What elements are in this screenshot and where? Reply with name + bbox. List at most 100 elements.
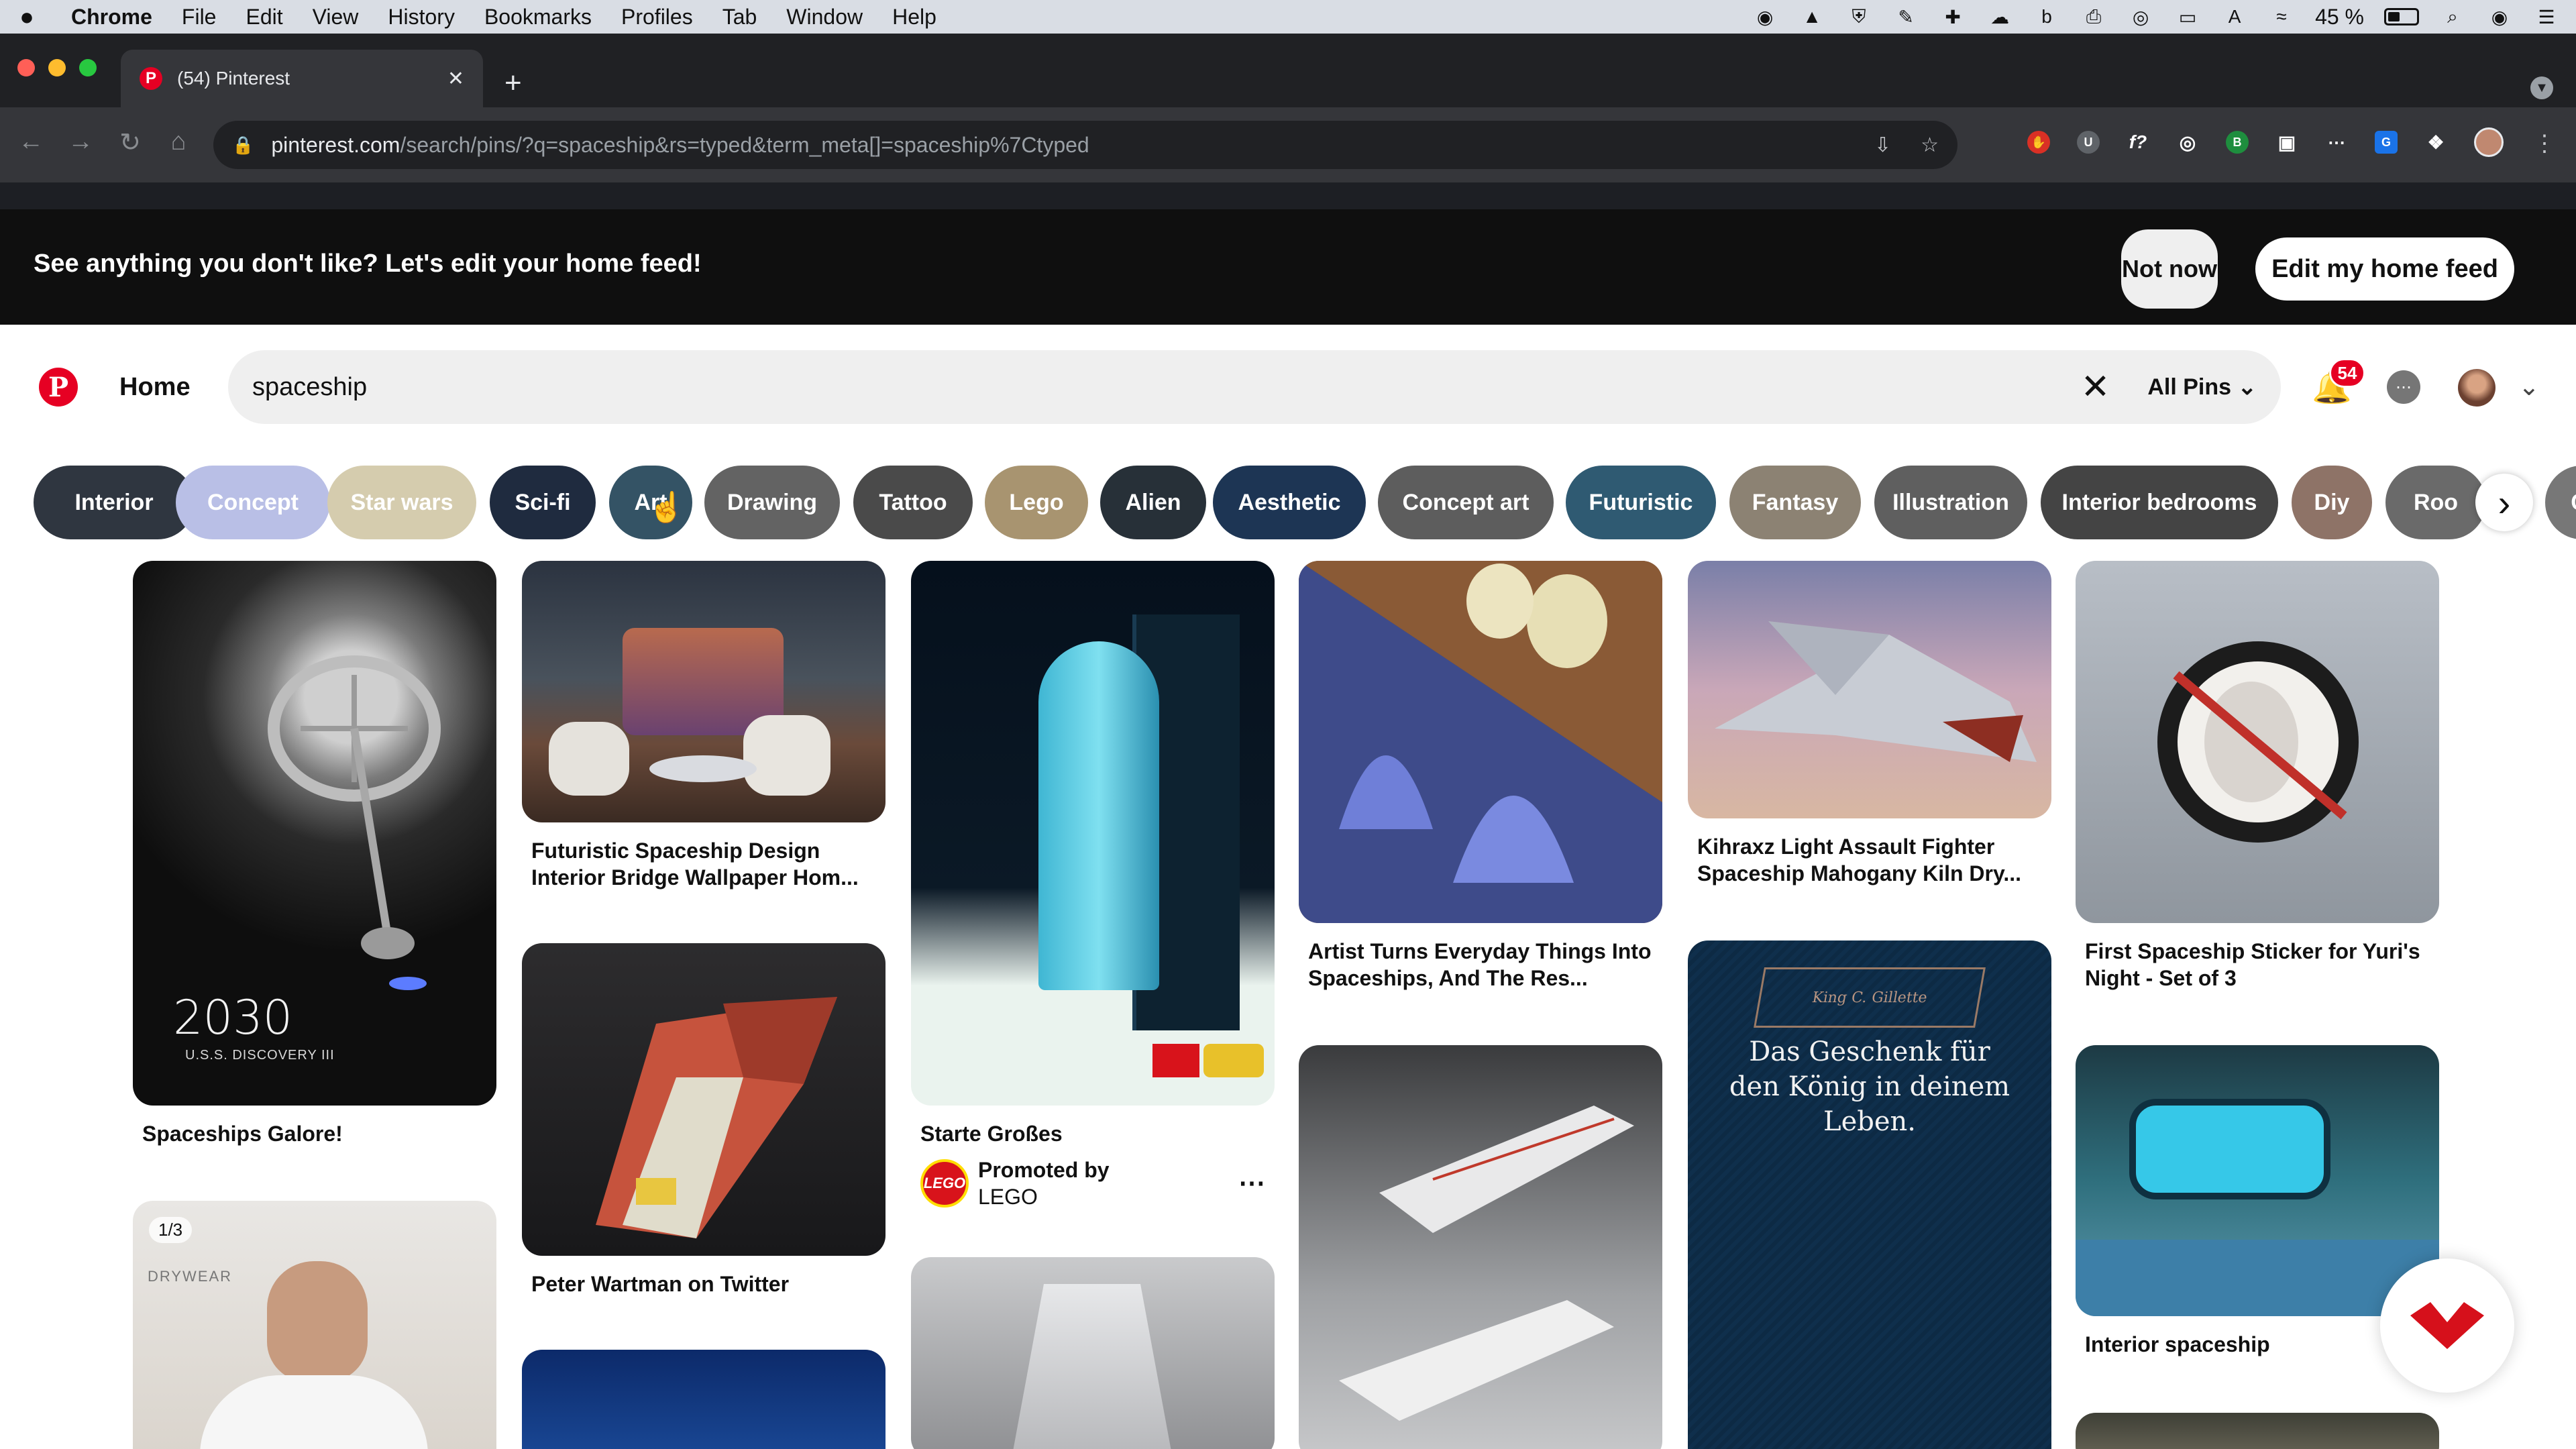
pin-title[interactable]: Starte Großes — [920, 1120, 1265, 1147]
forward-button[interactable]: → — [64, 127, 97, 156]
lock-icon[interactable]: 🔒 — [232, 135, 254, 156]
creative-cloud-icon[interactable]: ☁ — [1986, 5, 2013, 28]
tab-search-icon[interactable]: ▼ — [2530, 76, 2553, 99]
extensions-puzzle-icon[interactable]: ❖ — [2424, 131, 2447, 154]
not-now-button[interactable]: Not now — [2121, 229, 2218, 309]
clipboard-icon[interactable]: ✎ — [1892, 5, 1919, 28]
menu-tab[interactable]: Tab — [722, 5, 757, 30]
pin-card[interactable]: 2030 U.S.S. DISCOVERY III Spaceships Gal… — [133, 561, 496, 1147]
more-options-icon[interactable]: ⋯ — [1238, 1168, 1265, 1199]
pinterest-logo-icon[interactable]: P — [39, 368, 78, 407]
chip-ca[interactable]: Ca — [2545, 466, 2576, 539]
pin-card[interactable] — [2076, 1413, 2439, 1449]
pin-title[interactable]: Artist Turns Everyday Things Into Spaces… — [1308, 938, 1653, 991]
pin-card[interactable]: Artist Turns Everyday Things Into Spaces… — [1299, 561, 1662, 991]
search-bar[interactable]: spaceship ✕ All Pins ⌄ — [228, 350, 2281, 424]
menu-help[interactable]: Help — [892, 5, 936, 30]
menu-app-name[interactable]: Chrome — [71, 5, 152, 30]
extension-grey-icon[interactable]: U — [2077, 131, 2100, 154]
menu-profiles[interactable]: Profiles — [621, 5, 693, 30]
spotlight-search-icon[interactable]: ⌕ — [2439, 5, 2466, 28]
menu-edit[interactable]: Edit — [246, 5, 282, 30]
apple-menu-icon[interactable]: ● — [16, 3, 38, 31]
pin-card[interactable]: Starte Großes LEGO Promoted by LEGO ⋯ — [911, 561, 1275, 1210]
advertiser-name[interactable]: LEGO — [978, 1183, 1110, 1210]
lego-logo[interactable]: LEGO — [920, 1159, 969, 1208]
extension-red-icon[interactable]: ✋ — [2027, 131, 2050, 154]
pin-image[interactable] — [522, 1350, 885, 1449]
record-icon[interactable]: ◉ — [1752, 5, 1778, 28]
chip-interior-bedrooms[interactable]: Interior bedrooms — [2041, 466, 2278, 539]
pin-image[interactable]: 1/3 DRYWEAR — [133, 1201, 496, 1449]
chip-illustration[interactable]: Illustration — [1874, 466, 2027, 539]
extension-target-icon[interactable]: ◎ — [2176, 131, 2199, 154]
pin-image[interactable] — [911, 1257, 1275, 1449]
pin-image[interactable]: 2030 U.S.S. DISCOVERY III — [133, 561, 496, 1106]
chip-concept[interactable]: Concept — [176, 466, 330, 539]
pin-image[interactable] — [1299, 561, 1662, 923]
chip-alien[interactable]: Alien — [1100, 466, 1206, 539]
install-app-icon[interactable]: ⇩ — [1874, 133, 1891, 157]
pin-card[interactable]: Futuristic Spaceship Design Interior Bri… — [522, 561, 885, 891]
font-finder-icon[interactable]: f? — [2127, 131, 2149, 154]
chip-sci-fi[interactable]: Sci-fi — [490, 466, 596, 539]
floating-action-button[interactable] — [2380, 1258, 2514, 1393]
pin-card[interactable]: Kihraxz Light Assault Fighter Spaceship … — [1688, 561, 2051, 887]
all-pins-dropdown[interactable]: All Pins ⌄ — [2147, 374, 2257, 400]
chip-aesthetic[interactable]: Aesthetic — [1213, 466, 1366, 539]
pin-title[interactable]: Peter Wartman on Twitter — [531, 1271, 876, 1297]
translate-icon[interactable]: G — [2375, 131, 2398, 154]
chip-tattoo[interactable]: Tattoo — [853, 466, 973, 539]
pin-card[interactable] — [911, 1257, 1275, 1449]
pin-image[interactable] — [2076, 561, 2439, 923]
clear-search-icon[interactable]: ✕ — [2081, 367, 2110, 407]
printer-icon[interactable]: ⎙ — [2080, 5, 2107, 28]
wifi-icon[interactable]: ≈ — [2268, 5, 2295, 28]
shield-icon[interactable]: ⛨ — [1845, 5, 1872, 28]
keyboard-a-icon[interactable]: A — [2221, 5, 2248, 28]
menu-window[interactable]: Window — [786, 5, 863, 30]
extension-dots-icon[interactable]: ⋯ — [2325, 131, 2348, 154]
chips-next-arrow-icon[interactable]: › — [2475, 474, 2533, 531]
minimize-window-button[interactable] — [48, 59, 66, 76]
user-avatar[interactable] — [2458, 369, 2496, 407]
chip-roo[interactable]: Roo — [2385, 466, 2486, 539]
pin-title[interactable]: Interior spaceship — [2085, 1331, 2430, 1358]
chip-concept-art[interactable]: Concept art — [1378, 466, 1554, 539]
new-tab-button[interactable]: + — [504, 68, 522, 98]
active-tab[interactable]: P (54) Pinterest ✕ — [121, 50, 483, 107]
camera-icon[interactable]: ▣ — [2275, 131, 2298, 154]
pin-card[interactable] — [1299, 1045, 1662, 1449]
chip-star-wars[interactable]: Star wars — [327, 466, 476, 539]
chip-futuristic[interactable]: Futuristic — [1566, 466, 1716, 539]
menu-history[interactable]: History — [388, 5, 455, 30]
menu-view[interactable]: View — [313, 5, 359, 30]
chip-interior[interactable]: Interior — [34, 466, 195, 539]
home-button[interactable]: ⌂ — [162, 127, 195, 156]
pin-card[interactable]: King C. Gillette Das Geschenk für den Kö… — [1688, 941, 2051, 1449]
pin-card[interactable]: First Spaceship Sticker for Yuri's Night… — [2076, 561, 2439, 991]
pin-image[interactable] — [2076, 1413, 2439, 1449]
extension-green-b-icon[interactable]: B — [2226, 131, 2249, 154]
chip-drawing[interactable]: Drawing — [704, 466, 840, 539]
messages-icon[interactable]: ⋯ — [2387, 370, 2420, 404]
zoom-window-button[interactable] — [79, 59, 97, 76]
b-icon[interactable]: b — [2033, 5, 2060, 28]
pin-title[interactable]: Spaceships Galore! — [142, 1120, 487, 1147]
back-button[interactable]: ← — [15, 127, 47, 156]
pin-card[interactable]: 1/3 DRYWEAR — [133, 1201, 496, 1449]
pin-image[interactable] — [1299, 1045, 1662, 1449]
menu-bookmarks[interactable]: Bookmarks — [484, 5, 592, 30]
pin-title[interactable]: Kihraxz Light Assault Fighter Spaceship … — [1697, 833, 2042, 887]
control-center-icon[interactable]: ☰ — [2533, 5, 2560, 28]
pin-image[interactable]: King C. Gillette Das Geschenk für den Kö… — [1688, 941, 2051, 1449]
bookmark-star-icon[interactable]: ☆ — [1921, 133, 1939, 157]
chip-diy[interactable]: Diy — [2292, 466, 2372, 539]
profile-avatar[interactable] — [2474, 127, 2504, 157]
tools-icon[interactable]: ✚ — [1939, 5, 1966, 28]
pin-image[interactable] — [522, 943, 885, 1256]
close-window-button[interactable] — [17, 59, 35, 76]
vlc-icon[interactable]: ▲ — [1799, 5, 1825, 28]
chip-lego[interactable]: Lego — [985, 466, 1088, 539]
search-input[interactable]: spaceship — [252, 373, 367, 402]
